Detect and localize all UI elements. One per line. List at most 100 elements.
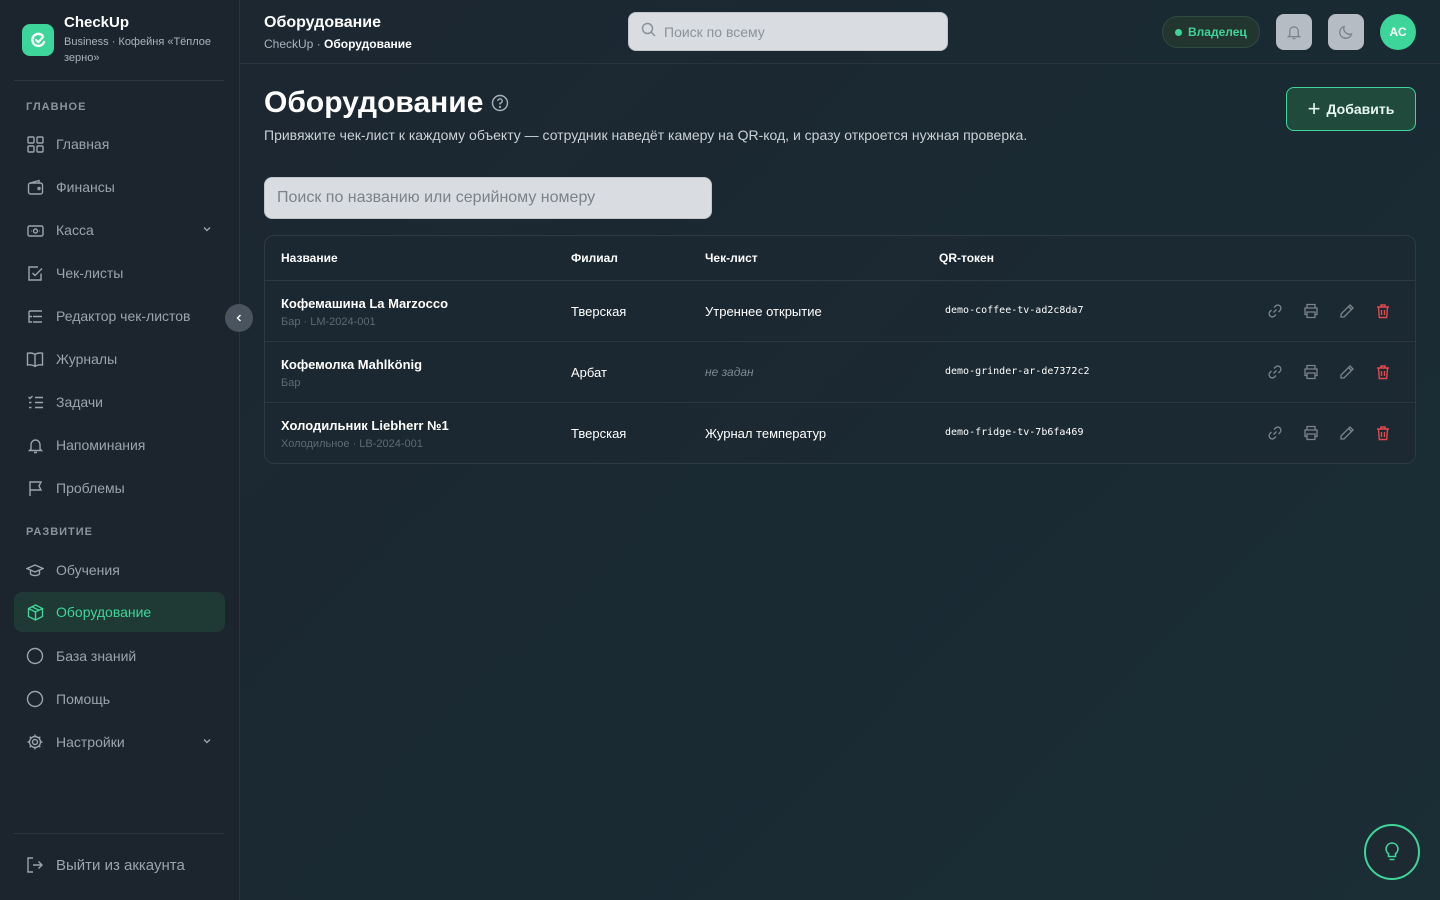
wallet-icon bbox=[26, 178, 44, 196]
sidebar-item-tasks[interactable]: Задачи bbox=[14, 382, 225, 422]
equipment-checklist-missing: не задан bbox=[705, 365, 754, 379]
sidebar-item-settings[interactable]: Настройки bbox=[14, 722, 225, 762]
trash-icon[interactable] bbox=[1373, 301, 1393, 321]
notifications-button[interactable] bbox=[1276, 14, 1312, 50]
brand-subtitle: Business · Кофейня «Тёплое зерно» bbox=[64, 36, 212, 64]
plus-icon: + bbox=[1307, 96, 1321, 121]
sidebar-item-trainings[interactable]: Обучения bbox=[14, 550, 225, 590]
task-list-icon bbox=[26, 393, 44, 411]
page-description: Привяжите чек-лист к каждому объекту — с… bbox=[264, 127, 1028, 143]
table-header: Название Филиал Чек-лист QR-токен bbox=[265, 236, 1415, 281]
add-button-label: Добавить bbox=[1326, 101, 1395, 117]
column-header-token: QR-токен bbox=[939, 251, 994, 265]
circle-icon bbox=[26, 647, 44, 665]
equipment-table: Название Филиал Чек-лист QR-токен Кофема… bbox=[264, 235, 1416, 464]
sidebar-item-label: Главная bbox=[56, 136, 110, 152]
list-tree-icon bbox=[26, 307, 44, 325]
section-label-development: РАЗВИТИЕ bbox=[26, 526, 94, 538]
breadcrumb-root[interactable]: CheckUp bbox=[264, 37, 313, 51]
lightbulb-icon bbox=[1385, 842, 1399, 861]
sidebar-item-label: Настройки bbox=[56, 734, 125, 750]
qr-token: demo-fridge-tv-7b6fa469 bbox=[945, 427, 1084, 438]
sidebar-item-label: Журналы bbox=[56, 351, 118, 367]
sidebar-item-problems[interactable]: Проблемы bbox=[14, 468, 225, 508]
sidebar-item-checklist-editor[interactable]: Редактор чек-листов bbox=[14, 296, 225, 336]
search-icon bbox=[641, 22, 656, 42]
link-icon[interactable] bbox=[1265, 362, 1285, 382]
equipment-checklist: Утреннее открытие bbox=[705, 304, 822, 319]
theme-toggle-button[interactable] bbox=[1328, 14, 1364, 50]
logout-icon bbox=[26, 856, 44, 874]
logout-button[interactable]: Выйти из аккаунта bbox=[14, 845, 225, 885]
gear-icon bbox=[26, 733, 44, 751]
trash-icon[interactable] bbox=[1373, 423, 1393, 443]
sidebar-item-home[interactable]: Главная bbox=[14, 124, 225, 164]
equipment-search[interactable] bbox=[264, 177, 712, 219]
link-icon[interactable] bbox=[1265, 301, 1285, 321]
trash-icon[interactable] bbox=[1373, 362, 1393, 382]
sidebar: CheckUp Business · Кофейня «Тёплое зерно… bbox=[0, 0, 240, 900]
tips-button[interactable] bbox=[1364, 824, 1420, 880]
checkbox-icon bbox=[26, 264, 44, 282]
print-icon[interactable] bbox=[1301, 301, 1321, 321]
sidebar-item-knowledge-base[interactable]: База знаний bbox=[14, 636, 225, 676]
sidebar-item-label: Оборудование bbox=[56, 604, 152, 620]
breadcrumb: CheckUp · Оборудование bbox=[264, 37, 412, 51]
global-search-input[interactable] bbox=[664, 23, 904, 40]
add-equipment-button[interactable]: + Добавить bbox=[1286, 87, 1416, 131]
equipment-branch: Тверская bbox=[571, 304, 627, 319]
global-search[interactable] bbox=[628, 12, 948, 51]
equipment-name: Кофемолка Mahlkönig bbox=[281, 357, 423, 372]
sidebar-item-label: Чек-листы bbox=[56, 265, 124, 281]
moon-icon bbox=[1339, 25, 1353, 39]
book-icon bbox=[26, 350, 44, 368]
brand: CheckUp Business · Кофейня «Тёплое зерно… bbox=[0, 0, 239, 81]
sidebar-item-help[interactable]: Помощь bbox=[14, 679, 225, 719]
breadcrumb-separator: · bbox=[313, 37, 325, 51]
page-title: Оборудование bbox=[264, 86, 509, 120]
role-badge[interactable]: Владелец bbox=[1162, 16, 1260, 48]
circle-icon bbox=[26, 690, 44, 708]
column-header-branch: Филиал bbox=[571, 251, 618, 265]
breadcrumb-current: Оборудование bbox=[324, 37, 412, 51]
grid-icon bbox=[26, 135, 44, 153]
table-row[interactable]: Кофемашина La Marzocco Бар · LM-2024-001… bbox=[265, 281, 1415, 342]
qr-token: demo-grinder-ar-de7372c2 bbox=[945, 366, 1090, 377]
equipment-checklist: Журнал температур bbox=[705, 426, 827, 441]
equipment-name: Холодильник Liebherr №1 bbox=[281, 418, 449, 433]
help-circle-icon[interactable] bbox=[491, 94, 509, 112]
graduation-cap-icon bbox=[26, 561, 44, 579]
sidebar-item-label: База знаний bbox=[56, 648, 137, 664]
equipment-branch: Арбат bbox=[571, 365, 607, 380]
box-icon bbox=[26, 603, 44, 621]
sidebar-item-finance[interactable]: Финансы bbox=[14, 167, 225, 207]
avatar[interactable]: АС bbox=[1380, 14, 1416, 50]
edit-pencil-icon[interactable] bbox=[1337, 301, 1357, 321]
chevron-down-icon[interactable] bbox=[201, 222, 213, 238]
sidebar-collapse-button[interactable] bbox=[225, 304, 253, 332]
top-header: Оборудование CheckUp · Оборудование Влад… bbox=[240, 0, 1440, 64]
table-row[interactable]: Холодильник Liebherr №1 Холодильное · LB… bbox=[265, 403, 1415, 463]
flag-icon bbox=[26, 479, 44, 497]
sidebar-item-checklists[interactable]: Чек-листы bbox=[14, 253, 225, 293]
print-icon[interactable] bbox=[1301, 423, 1321, 443]
edit-pencil-icon[interactable] bbox=[1337, 362, 1357, 382]
print-icon[interactable] bbox=[1301, 362, 1321, 382]
sidebar-item-cash[interactable]: Касса bbox=[14, 210, 225, 250]
logout-label: Выйти из аккаунта bbox=[56, 856, 185, 874]
cash-register-icon bbox=[26, 221, 44, 239]
sidebar-item-journals[interactable]: Журналы bbox=[14, 339, 225, 379]
equipment-branch: Тверская bbox=[571, 426, 627, 441]
sidebar-item-equipment[interactable]: Оборудование bbox=[14, 592, 225, 632]
link-icon[interactable] bbox=[1265, 423, 1285, 443]
table-row[interactable]: Кофемолка Mahlkönig Бар Арбат не задан d… bbox=[265, 342, 1415, 403]
equipment-search-input[interactable] bbox=[277, 189, 697, 207]
sidebar-item-reminders[interactable]: Напоминания bbox=[14, 425, 225, 465]
chevron-down-icon[interactable] bbox=[201, 734, 213, 750]
sidebar-item-label: Задачи bbox=[56, 394, 104, 410]
role-label: Владелец bbox=[1188, 25, 1247, 39]
equipment-name: Кофемашина La Marzocco bbox=[281, 296, 449, 311]
edit-pencil-icon[interactable] bbox=[1337, 423, 1357, 443]
sidebar-divider bbox=[14, 833, 224, 834]
column-header-name: Название bbox=[281, 251, 338, 265]
